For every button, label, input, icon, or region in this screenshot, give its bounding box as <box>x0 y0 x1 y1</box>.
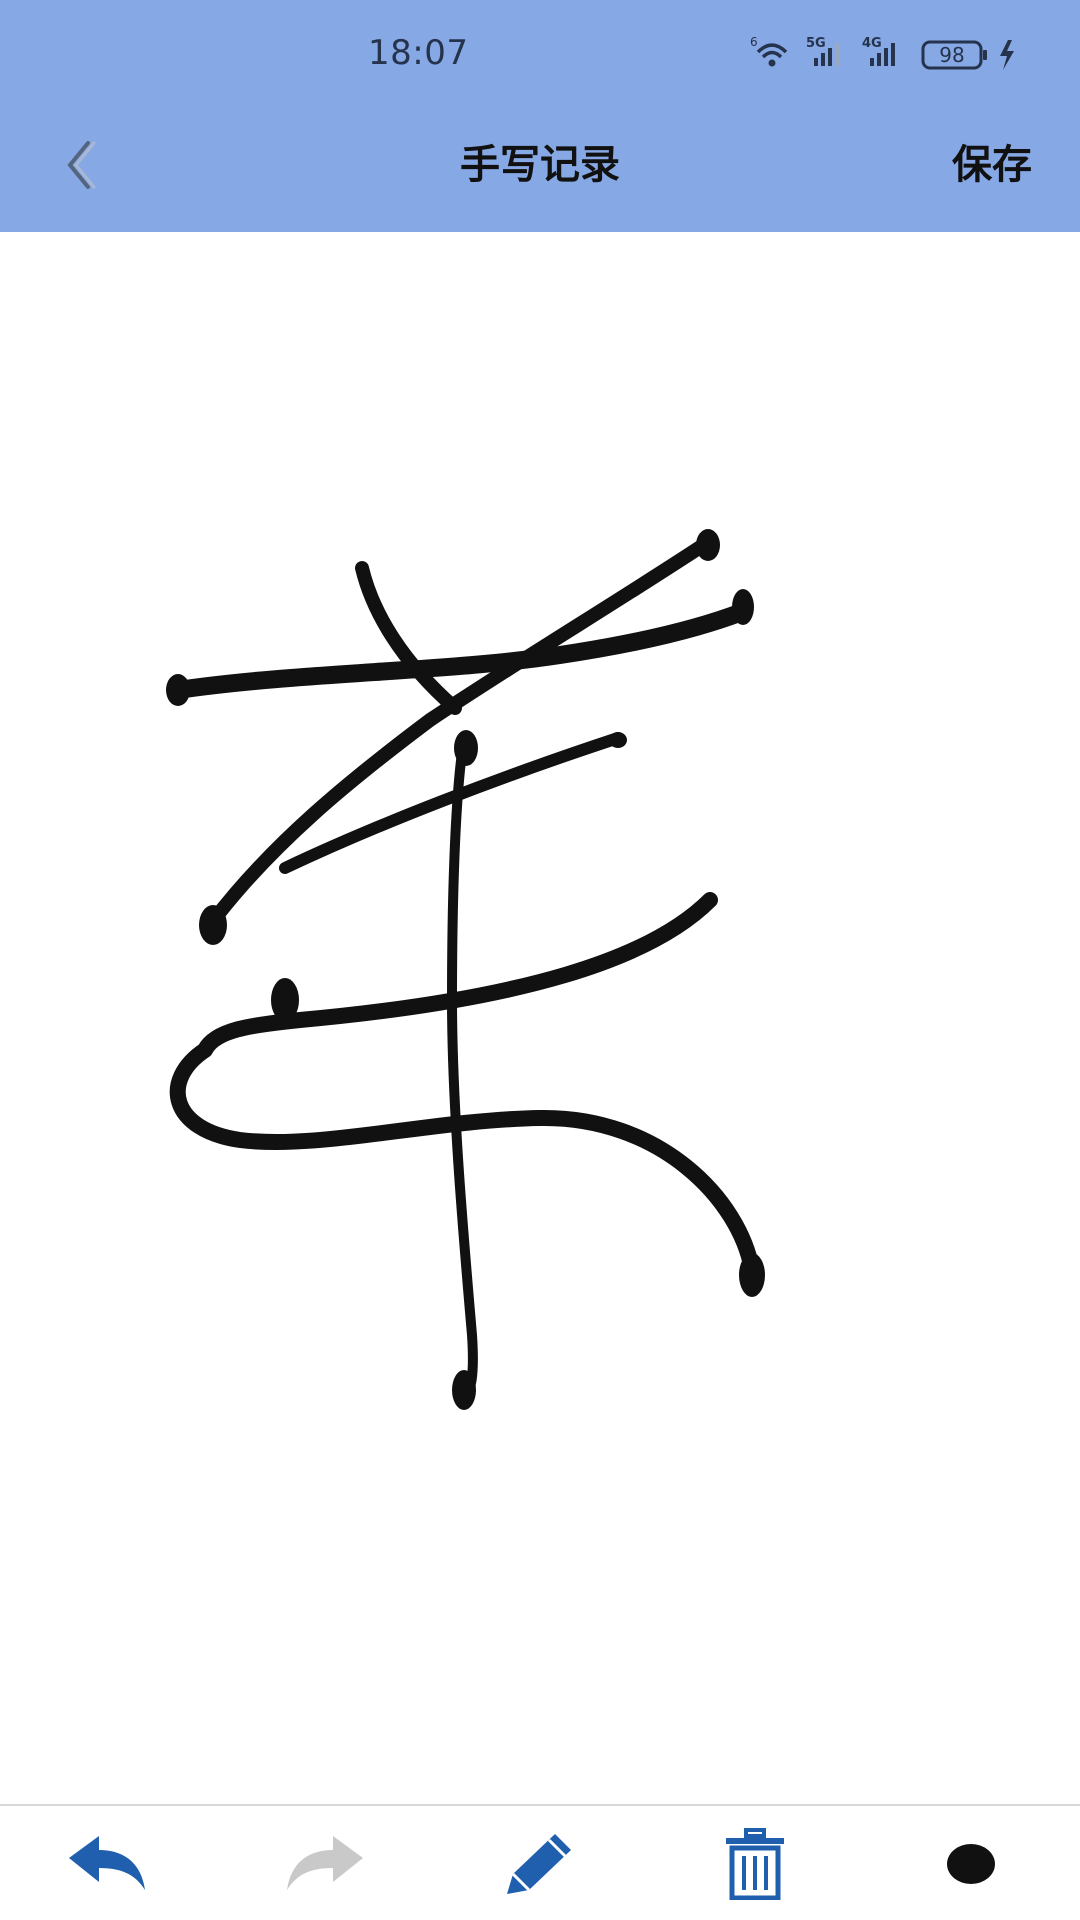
status-icons: 6 5G 4G 98 <box>750 34 1030 74</box>
header-bar: 18:07 6 5G 4G 98 手写记录 保存 <box>0 0 1080 232</box>
charging-icon <box>1000 40 1014 70</box>
undo-button[interactable] <box>62 1824 152 1904</box>
pen-button[interactable] <box>494 1824 584 1904</box>
stroke-top-horizontal <box>169 603 751 699</box>
redo-button[interactable] <box>280 1824 370 1904</box>
stroke-vertical <box>447 740 478 1405</box>
trash-icon <box>726 1828 784 1900</box>
page-title: 手写记录 <box>460 142 620 188</box>
handwriting-strokes <box>166 529 765 1410</box>
handwriting-canvas[interactable] <box>0 232 1080 1804</box>
wifi-icon: 6 <box>750 35 788 67</box>
stroke-hook <box>355 561 462 715</box>
status-time: 18:07 <box>368 33 469 73</box>
chevron-left-icon <box>67 141 96 189</box>
save-button[interactable]: 保存 <box>952 135 1032 195</box>
undo-icon <box>69 1836 145 1890</box>
signal-4g-icon: 4G <box>862 36 895 66</box>
pen-icon <box>507 1834 571 1894</box>
battery-icon: 98 <box>921 40 987 70</box>
clear-button[interactable] <box>710 1824 800 1904</box>
bottom-toolbar <box>0 1804 1080 1920</box>
svg-text:6: 6 <box>750 35 758 49</box>
brush-size-dot-icon <box>947 1844 995 1884</box>
back-button[interactable] <box>50 130 110 200</box>
svg-text:98: 98 <box>939 43 964 67</box>
signal-5g-icon: 5G <box>806 36 839 66</box>
redo-icon <box>287 1836 363 1890</box>
svg-text:5G: 5G <box>806 36 826 51</box>
svg-text:4G: 4G <box>862 36 882 51</box>
brush-size-button[interactable] <box>926 1824 1016 1904</box>
